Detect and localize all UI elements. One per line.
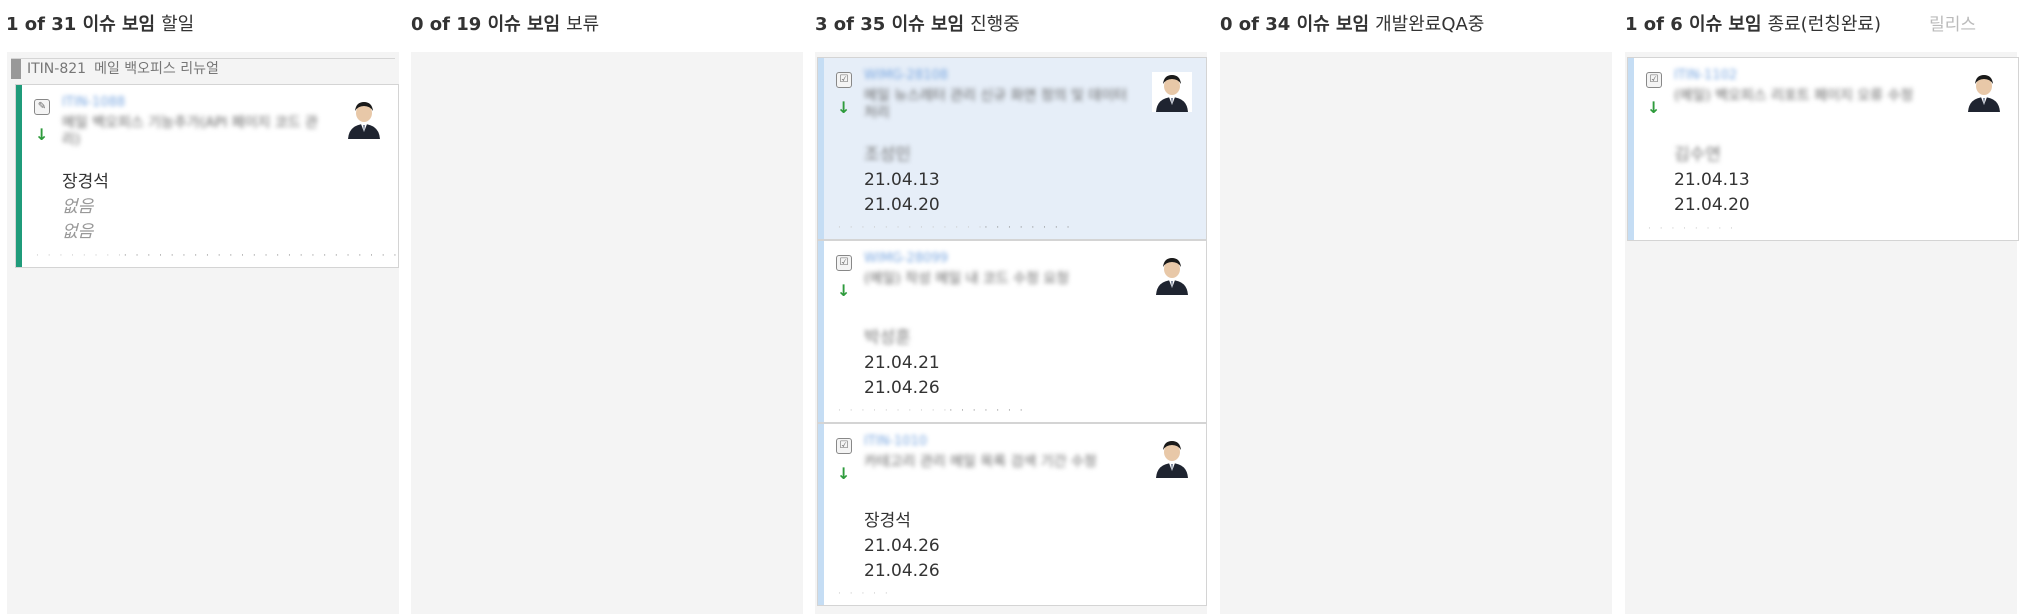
avatar [344,99,384,139]
start-date: 21.04.26 [864,536,940,556]
issue-card[interactable]: ☑ ↓ WIMG-28108 메일 뉴스레터 관리 신규 화면 정의 및 데이터… [817,57,1207,240]
release-link[interactable]: 릴리스 [1929,12,1976,38]
issue-card[interactable]: ☑ ↓ WIMG-28099 (메일) 작성 메일 내 코드 수정 요청 박성훈… [817,240,1207,423]
swimlane-header[interactable]: ITIN-821 메일 백오피스 리뉴얼 [11,58,395,79]
due-date: 21.04.20 [864,195,940,215]
assignee-name: 김수연 [1674,145,1721,165]
issue-summary: (메일) 작성 메일 내 코드 수정 요청 [864,271,1070,287]
assignee-name: 조성민 [864,145,911,165]
column-status: 개발완료QA중 [1375,14,1485,35]
column-header-on-hold: 0 of 19 이슈 보임 보류 [411,12,599,38]
card-field-empty: 없음 [62,222,94,242]
priority-low-icon: ↓ [1647,98,1661,117]
column-count: 1 of 31 이슈 보임 [6,14,156,35]
due-date: 21.04.26 [864,378,940,398]
card-color-bar [818,424,824,605]
column-on-hold [411,52,803,614]
issue-card[interactable]: ☑ ↓ ITIN-1102 (메일) 백오피스 리포트 페이지 오류 수정 김수… [1627,57,2019,241]
swimlane-handle[interactable] [11,59,21,79]
start-date: 21.04.13 [864,170,940,190]
column-count: 0 of 34 이슈 보임 [1220,14,1370,35]
column-status: 보류 [566,14,600,35]
column-status: 할일 [161,14,195,35]
start-date: 21.04.13 [1674,170,1750,190]
issue-key[interactable]: WIMG-28108 [864,68,948,83]
issue-summary: (메일) 백오피스 리포트 페이지 오류 수정 [1674,88,1914,104]
priority-low-icon: ↓ [35,125,49,144]
issue-key[interactable]: WIMG-28099 [864,251,948,266]
column-header-done: 1 of 6 이슈 보임 종료(런칭완료) [1625,12,1881,38]
column-header-todo: 1 of 31 이슈 보임 할일 [6,12,194,38]
avatar [1152,438,1192,478]
issue-key[interactable]: ITIN-1102 [1674,68,1737,83]
column-done: ☑ ↓ ITIN-1102 (메일) 백오피스 리포트 페이지 오류 수정 김수… [1625,52,2019,614]
task-type-icon: ☑ [836,72,852,88]
column-count: 3 of 35 이슈 보임 [815,14,965,35]
issue-summary: 메일 뉴스레터 관리 신규 화면 정의 및 데이터 처리 [864,88,1127,121]
avatar [1152,72,1192,112]
card-color-bar [818,58,824,239]
issue-summary: 메일 백오피스 기능추가(API 페이지 코드 관리) [62,115,318,148]
issue-key[interactable]: ITIN-1088 [62,95,125,110]
column-status: 진행중 [970,14,1020,35]
column-in-progress: ☑ ↓ WIMG-28108 메일 뉴스레터 관리 신규 화면 정의 및 데이터… [815,52,1207,614]
due-date: 21.04.26 [864,561,940,581]
column-count: 1 of 6 이슈 보임 [1625,14,1762,35]
column-count: 0 of 19 이슈 보임 [411,14,561,35]
card-color-bar [16,85,22,267]
column-header-qa: 0 of 34 이슈 보임 개발완료QA중 [1220,12,1484,38]
avatar [1152,255,1192,295]
column-status: 종료(런칭완료) [1767,14,1881,35]
task-type-icon: ☑ [836,438,852,454]
card-field-empty: 없음 [62,197,94,217]
card-days-indicator: · · · · · · · · [1648,224,1736,234]
priority-low-icon: ↓ [837,98,851,117]
avatar [1964,72,2004,112]
task-type-icon: ☑ [1646,72,1662,88]
start-date: 21.04.21 [864,353,940,373]
column-qa [1220,52,1612,614]
kanban-board: 1 of 31 이슈 보임 할일 0 of 19 이슈 보임 보류 3 of 35 … [0,0,2022,614]
issue-card[interactable]: ✎ ↓ ITIN-1088 메일 백오피스 기능추가(API 페이지 코드 관리… [15,84,399,268]
story-type-icon: ✎ [34,99,50,115]
assignee-name: 장경석 [62,172,109,192]
issue-card[interactable]: ☑ ↓ ITIN-1010 카테고리 관리 메일 목록 검색 기간 수정 장경석… [817,423,1207,606]
due-date: 21.04.20 [1674,195,1750,215]
column-header-in-progress: 3 of 35 이슈 보임 진행중 [815,12,1020,38]
assignee-name: 박성훈 [864,328,911,348]
card-days-indicator: · · · · · [838,589,891,599]
card-days-indicator: · · · · · · · · · · · · ·· · · · · · · · [838,223,1073,233]
card-color-bar [1628,58,1634,240]
column-todo: ITIN-821 메일 백오피스 리뉴얼 ✎ ↓ ITIN-1088 메일 백오피… [7,52,399,614]
swimlane-key[interactable]: ITIN-821 [27,61,86,77]
card-days-indicator: · · · · · · · ·· · · · · · · · · · · · ·… [36,251,399,261]
issue-key[interactable]: ITIN-1010 [864,434,927,449]
card-color-bar [818,241,824,422]
priority-low-icon: ↓ [837,464,851,483]
issue-summary: 카테고리 관리 메일 목록 검색 기간 수정 [864,454,1097,470]
task-type-icon: ☑ [836,255,852,271]
card-days-indicator: · · · · · · · · · ·· · · · · · · [838,406,1026,416]
assignee-name: 장경석 [864,511,911,531]
priority-low-icon: ↓ [837,281,851,300]
swimlane-title: 메일 백오피스 리뉴얼 [94,61,219,77]
